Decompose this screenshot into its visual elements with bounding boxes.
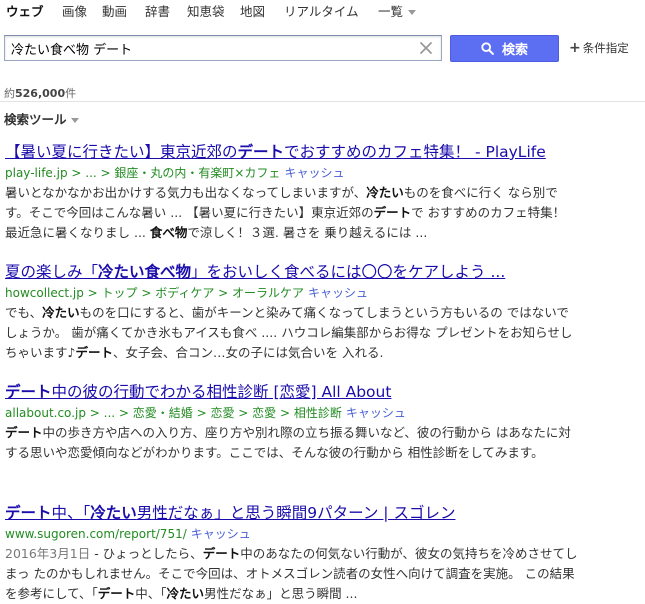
clear-search-button[interactable] xyxy=(417,39,435,57)
cache-label: キャッシュ xyxy=(190,527,251,541)
cache-link[interactable]: キャッシュ xyxy=(284,166,344,180)
cache-label: キャッシュ xyxy=(284,166,345,180)
vertical-tabs: ウェブ 画像 動画 辞書 知恵袋 地図 リアルタイム 一覧 xyxy=(0,0,645,22)
cache-label: キャッシュ xyxy=(345,406,406,420)
tab-videos[interactable]: 動画 xyxy=(102,1,127,20)
result-snippet: デート中の歩き方や店への入り方、座り方や別れ際の立ち振る舞いなど、彼の行動から … xyxy=(5,423,580,463)
result-url: www.sugoren.com/report/751/キャッシュ xyxy=(5,526,580,542)
search-result: デート中、「冷たい男性だなぁ」と思う瞬間9パターン | スゴレン www.sug… xyxy=(5,503,580,604)
search-icon xyxy=(481,42,494,55)
highlighted-keyword: 冷たい xyxy=(366,185,404,200)
result-snippet: 暑いとなかなかお出かけする気力も出なくなってしまいますが、冷たいものを食べに行く… xyxy=(5,183,580,243)
result-snippet: でも、冷たいものを口にすると、歯がキーンと染みて痛くなってしまうという方もいるの… xyxy=(5,303,580,363)
result-title-link[interactable]: 夏の楽しみ「冷たい食べ物」をおいしく食べるには〇〇をケアしよう ... xyxy=(5,262,580,282)
tab-dictionary[interactable]: 辞書 xyxy=(145,1,170,20)
text-segment: 中の彼の行動でわかる相性診断 [恋愛] All About xyxy=(51,383,392,401)
text-segment: で涼しく！３選. 暑さを 乗り越えるには ... xyxy=(187,225,428,240)
search-tools-label: 検索ツール xyxy=(4,112,67,127)
text-segment: 中、「 xyxy=(51,504,91,522)
result-snippet-text: - ひょっとしたら、デート中のあなたの何気ない行動が、彼女の気持ちを冷めさせてし… xyxy=(5,546,577,601)
highlighted-keyword: デート xyxy=(5,504,52,522)
result-title-link[interactable]: 【暑い夏に行きたい】東京近郊のデートでおすすめのカフェ特集！ - PlayLif… xyxy=(5,142,580,162)
search-button-label: 検索 xyxy=(501,43,528,58)
search-box xyxy=(4,35,442,61)
search-conditions-button[interactable]: + 条件指定 xyxy=(569,40,629,56)
result-count-suffix: 件 xyxy=(65,87,77,100)
text-segment: でおすすめのカフェ特集！ - PlayLife xyxy=(284,143,546,161)
text-segment: 、女子会、合コン…女の子には気合いを 入れる. xyxy=(113,345,384,360)
tab-more-label: 一覧 xyxy=(378,4,404,19)
text-segment: - ひょっとしたら、 xyxy=(90,546,203,561)
search-result: 夏の楽しみ「冷たい食べ物」をおいしく食べるには〇〇をケアしよう ... howc… xyxy=(5,262,580,363)
highlighted-keyword: デート xyxy=(373,205,412,220)
highlighted-keyword: 冷たい食べ物 xyxy=(98,263,192,281)
cache-label: キャッシュ xyxy=(308,286,369,300)
divider xyxy=(0,101,645,102)
search-tools-button[interactable]: 検索ツール xyxy=(4,109,79,128)
highlighted-keyword: デート xyxy=(5,383,52,401)
result-snippet: 2016年3月1日 - ひょっとしたら、デート中のあなたの何気ない行動が、彼女の… xyxy=(5,544,580,604)
plus-icon: + xyxy=(569,40,581,56)
search-result: デート中の彼の行動でわかる相性診断 [恋愛] All About allabou… xyxy=(5,382,580,463)
text-segment: 中の歩き方や店への入り方、座り方や別れ際の立ち振る舞いなど、彼の行動から はあな… xyxy=(5,425,571,460)
text-segment: 暑いとなかなかお出かけする気力も出なくなってしまいますが、 xyxy=(5,185,367,200)
result-url-text: howcollect.jp > トップ > ボディケア > オーラルケア xyxy=(5,286,305,300)
result-url: allabout.co.jp > ... > 恋愛・結婚 > 恋愛 > 恋愛 >… xyxy=(5,405,580,421)
search-conditions-label: 条件指定 xyxy=(582,41,629,55)
chevron-down-icon xyxy=(408,10,417,15)
tab-images[interactable]: 画像 xyxy=(62,1,87,20)
result-count-prefix: 約 xyxy=(4,87,15,100)
cache-link[interactable]: キャッシュ xyxy=(191,527,251,541)
result-count: 約526,000件 xyxy=(4,85,76,101)
result-url: play-life.jp > ... > 銀座・丸の内・有楽町×カフェ キャッシュ xyxy=(5,165,580,181)
highlighted-keyword: デート xyxy=(202,546,241,561)
result-title-link[interactable]: デート中の彼の行動でわかる相性診断 [恋愛] All About xyxy=(5,382,580,402)
cache-link[interactable]: キャッシュ xyxy=(346,406,406,420)
text-segment: 」をおいしく食べるには〇〇をケアしよう ... xyxy=(191,263,506,281)
search-button[interactable]: 検索 xyxy=(450,35,559,62)
search-input[interactable] xyxy=(11,39,411,57)
cache-link[interactable]: キャッシュ xyxy=(308,286,368,300)
result-count-number: 526,000 xyxy=(15,87,66,100)
highlighted-keyword: デート xyxy=(75,345,113,360)
result-date: 2016年3月1日 xyxy=(5,546,91,561)
result-url-text: allabout.co.jp > ... > 恋愛・結婚 > 恋愛 > 恋愛 >… xyxy=(5,406,342,420)
highlighted-keyword: 食べ物 xyxy=(149,225,188,240)
close-icon xyxy=(420,42,432,54)
tab-realtime[interactable]: リアルタイム xyxy=(284,1,359,20)
tab-more[interactable]: 一覧 xyxy=(378,1,417,20)
highlighted-keyword: 冷たい xyxy=(42,305,80,320)
result-title-link[interactable]: デート中、「冷たい男性だなぁ」と思う瞬間9パターン | スゴレン xyxy=(5,503,580,523)
text-segment: 【暑い夏に行きたい】東京近郊の xyxy=(5,143,238,161)
result-url-text: play-life.jp > ... > 銀座・丸の内・有楽町×カフェ xyxy=(5,166,281,180)
chevron-down-icon xyxy=(70,118,79,123)
tab-chiebukuro[interactable]: 知恵袋 xyxy=(187,1,225,20)
text-segment: 夏の楽しみ「 xyxy=(5,263,99,281)
highlighted-keyword: 冷たい xyxy=(90,504,137,522)
text-segment: でも、 xyxy=(5,305,43,320)
tab-web[interactable]: ウェブ xyxy=(6,1,44,20)
text-segment: 男性だなぁ」と思う瞬間9パターン | スゴレン xyxy=(136,504,456,522)
search-result: 【暑い夏に行きたい】東京近郊のデートでおすすめのカフェ特集！ - PlayLif… xyxy=(5,142,580,243)
tab-map[interactable]: 地図 xyxy=(240,1,265,20)
highlighted-keyword: デート xyxy=(5,425,43,440)
result-url-text: www.sugoren.com/report/751/ xyxy=(5,527,187,541)
result-url: howcollect.jp > トップ > ボディケア > オーラルケア キャッシ… xyxy=(5,285,580,301)
highlighted-keyword: デート xyxy=(237,143,285,161)
